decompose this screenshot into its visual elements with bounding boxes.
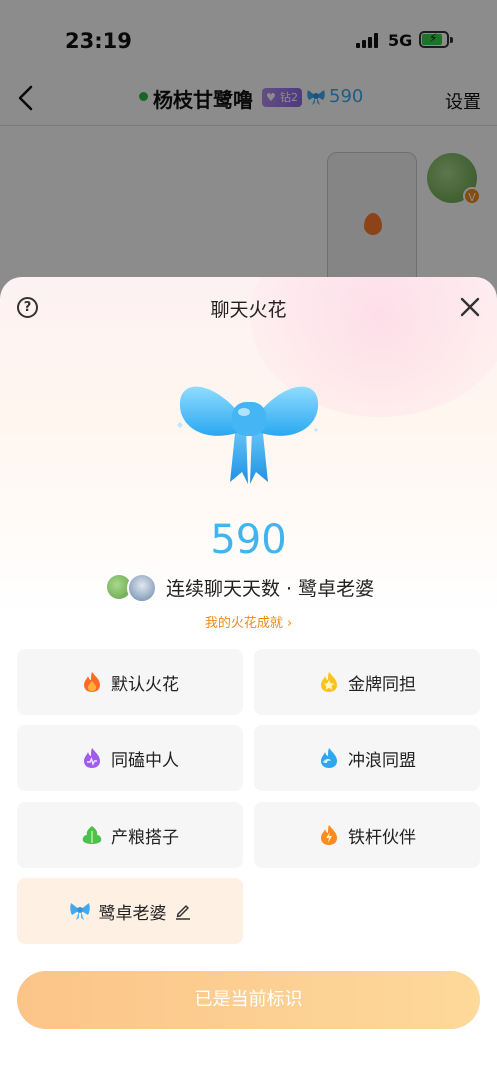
- fire-count: 590: [210, 517, 287, 563]
- leaf-green-icon: [82, 826, 102, 844]
- star-gold-icon: [321, 672, 337, 692]
- option-button-selected[interactable]: 鹭卓老婆: [17, 878, 243, 944]
- avatar: [127, 573, 157, 603]
- achievement-link[interactable]: 我的火花成就 ›: [0, 612, 497, 631]
- option-button[interactable]: 产粮搭子: [17, 802, 243, 868]
- option-button[interactable]: 默认火花: [17, 649, 243, 715]
- option-label: 金牌同担: [348, 674, 416, 695]
- sheet-title: 聊天火花: [210, 299, 287, 321]
- pair-avatars: [105, 573, 160, 603]
- edit-icon[interactable]: [174, 902, 192, 920]
- option-button[interactable]: 铁杆伙伴: [254, 802, 480, 868]
- option-label: 鹭卓老婆: [98, 903, 167, 924]
- streak-text: 连续聊天天数 · 鹭卓老婆: [166, 578, 375, 600]
- close-icon[interactable]: [459, 296, 481, 318]
- option-label: 产粮搭子: [111, 827, 179, 848]
- option-button[interactable]: 冲浪同盟: [254, 725, 480, 791]
- bow-icon: [177, 386, 319, 484]
- wave-blue-icon: [321, 748, 337, 768]
- bow-blue-icon: [69, 903, 90, 920]
- current-identity-button[interactable]: 已是当前标识: [17, 971, 480, 1029]
- fire-sheet: ? 聊天火花 590 连续聊天天数 · 鹭卓老婆 我的火花成就 › 默认火花 金…: [0, 277, 497, 1080]
- lightning-orange-icon: [321, 825, 337, 845]
- flame-purple-icon: [84, 748, 100, 768]
- option-label: 铁杆伙伴: [348, 827, 416, 848]
- option-label: 同磕中人: [111, 750, 179, 771]
- option-label: 默认火花: [111, 674, 179, 695]
- flame-orange-icon: [84, 672, 100, 692]
- option-button[interactable]: 金牌同担: [254, 649, 480, 715]
- option-label: 冲浪同盟: [348, 750, 416, 771]
- option-button[interactable]: 同磕中人: [17, 725, 243, 791]
